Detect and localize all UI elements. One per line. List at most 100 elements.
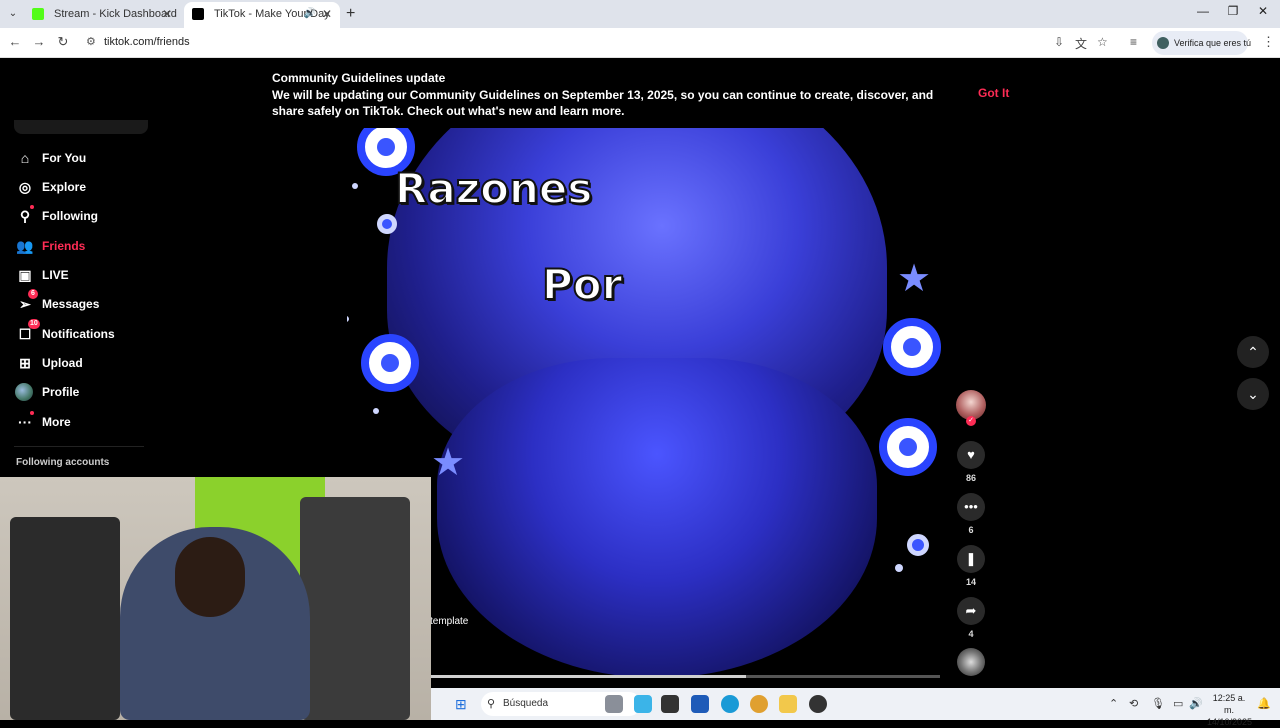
bookmark-icon: ❚: [957, 545, 985, 573]
profile-avatar: [1157, 37, 1169, 49]
tab-kick-dashboard[interactable]: Stream - Kick Dashboard ✕: [24, 2, 180, 28]
address-bar[interactable]: ⚙ tiktok.com/friends: [80, 31, 1140, 55]
restore-button[interactable]: ❐: [1218, 4, 1248, 18]
webcam-chair-right: [300, 497, 410, 720]
bubble: [895, 564, 903, 572]
chevron-up-icon[interactable]: ⌃: [1109, 697, 1118, 710]
follow-check-icon[interactable]: ✓: [966, 416, 976, 426]
sidebar-item-label: Explore: [42, 180, 87, 194]
close-window-button[interactable]: ✕: [1248, 4, 1278, 18]
sidebar-item-following[interactable]: ⚲ Following: [14, 205, 154, 227]
microphone-icon[interactable]: 🎙: [1151, 697, 1165, 710]
template-label[interactable]: template: [430, 616, 468, 627]
taskbar-search-placeholder: Búsqueda: [503, 698, 549, 709]
notification-dot: [30, 411, 34, 415]
following-icon: ⚲: [19, 208, 31, 224]
minimize-button[interactable]: —: [1188, 4, 1218, 18]
like-button[interactable]: ♥ 86: [957, 441, 985, 483]
bubble: [352, 183, 358, 189]
browser-tabstrip: ⌄ Stream - Kick Dashboard ✕ TikTok - Mak…: [0, 0, 1280, 28]
progress-fill: [430, 675, 747, 678]
taskbar-clock[interactable]: 12:25 a. m. 14/10/2025: [1207, 692, 1252, 728]
sidebar-item-label: Notifications: [42, 327, 115, 341]
sidebar-item-messages[interactable]: ➢ 6 Messages: [14, 289, 154, 315]
bubble: [347, 316, 349, 322]
heart-icon: ♥: [957, 441, 985, 469]
obs-icon[interactable]: [809, 695, 827, 713]
volume-icon[interactable]: 🔊: [1189, 697, 1203, 710]
sound-disc-avatar[interactable]: [957, 648, 985, 676]
tab-tiktok[interactable]: TikTok - Make Your Day 🔊 ✕: [184, 2, 340, 28]
sidebar-item-more[interactable]: ··· More: [14, 411, 154, 433]
star-sticker: ★: [897, 258, 932, 300]
back-button[interactable]: ←: [6, 34, 24, 49]
sidebar-item-label: Friends: [42, 239, 86, 253]
share-button[interactable]: ➦ 4: [957, 597, 985, 639]
bubble: [373, 408, 379, 414]
sidebar-item-label: For You: [42, 151, 87, 165]
divider: [14, 446, 144, 447]
live-icon: ▣: [18, 267, 32, 283]
guidelines-banner: Community Guidelines update We will be u…: [0, 58, 1280, 128]
home-icon: ⌂: [20, 150, 30, 166]
sidebar-item-profile[interactable]: Profile: [14, 381, 154, 403]
sync-icon[interactable]: ⟲: [1129, 697, 1138, 710]
search-icon: ⚲: [487, 698, 496, 710]
network-icon[interactable]: ▭: [1173, 697, 1183, 710]
bookmark-star-icon[interactable]: ☆: [1097, 35, 1108, 49]
share-count: 4: [968, 629, 974, 639]
messages-badge: 6: [28, 289, 38, 299]
sidebar-item-friends[interactable]: 👥 Friends: [14, 235, 154, 257]
chrome-icon[interactable]: [750, 695, 768, 713]
file-explorer-icon[interactable]: [779, 695, 797, 713]
tab-title: Stream - Kick Dashboard: [54, 8, 177, 20]
profile-label: Verifica que eres tú: [1174, 38, 1252, 48]
tab-search-icon[interactable]: ⌄: [4, 5, 22, 23]
overlay-text-line1: Razones: [394, 163, 593, 214]
reload-button[interactable]: ↻: [54, 34, 72, 50]
taskbar: ⊞ ⚲ Búsqueda ⌃ ⟲ 🎙 ▭ 🔊 12:25 a. m. 14/10…: [431, 688, 1280, 727]
video-player[interactable]: ★ ★ Razones Por: [347, 128, 944, 678]
media-controls-icon[interactable]: ≡: [1130, 35, 1137, 49]
flower-sticker: [879, 418, 937, 476]
sidebar-item-upload[interactable]: ⊞ Upload: [14, 352, 154, 374]
friends-icon: 👥: [16, 238, 34, 254]
kick-favicon-icon: [32, 8, 44, 20]
bubble: [907, 534, 929, 556]
sidebar-item-explore[interactable]: ◎ Explore: [14, 176, 154, 198]
copilot-icon[interactable]: [634, 695, 652, 713]
comment-icon: •••: [957, 493, 985, 521]
store-icon[interactable]: [691, 695, 709, 713]
sidebar-item-label: Following: [42, 209, 98, 223]
sidebar-item-live[interactable]: ▣ LIVE: [14, 264, 154, 286]
profile-button[interactable]: Verifica que eres tú: [1152, 31, 1252, 55]
close-icon[interactable]: ✕: [322, 2, 332, 26]
speaker-icon[interactable]: 🔊: [304, 2, 316, 26]
comment-button[interactable]: ••• 6: [957, 493, 985, 535]
bubble: [377, 214, 397, 234]
close-icon[interactable]: ✕: [162, 2, 172, 26]
compass-icon: ◎: [18, 179, 32, 195]
edge-icon[interactable]: [721, 695, 739, 713]
sidebar-item-notifications[interactable]: ☐ 10 Notifications: [14, 319, 154, 345]
sidebar-item-label: More: [42, 415, 71, 429]
save-button[interactable]: ❚ 14: [957, 545, 985, 587]
windows-start-icon[interactable]: ⊞: [455, 696, 467, 713]
got-it-button[interactable]: Got It: [978, 86, 1009, 100]
sidebar-item-for-you[interactable]: ⌂ For You: [14, 147, 154, 169]
site-info-icon[interactable]: ⚙: [86, 35, 96, 48]
new-tab-button[interactable]: +: [346, 5, 355, 23]
install-app-icon[interactable]: ⇩: [1054, 35, 1064, 49]
search-input[interactable]: [14, 120, 148, 134]
profile-avatar: [15, 383, 33, 401]
next-video-button[interactable]: ⌄: [1237, 378, 1269, 410]
comment-count: 6: [968, 525, 974, 535]
previous-video-button[interactable]: ⌃: [1237, 336, 1269, 368]
forward-button[interactable]: →: [30, 34, 48, 49]
browser-menu-icon[interactable]: ⋮: [1262, 34, 1275, 50]
video-progress-bar[interactable]: [430, 675, 940, 678]
save-count: 14: [965, 577, 976, 587]
notification-bell-icon[interactable]: 🔔: [1257, 697, 1271, 710]
translate-icon[interactable]: 文: [1075, 35, 1087, 52]
file-icon[interactable]: [661, 695, 679, 713]
